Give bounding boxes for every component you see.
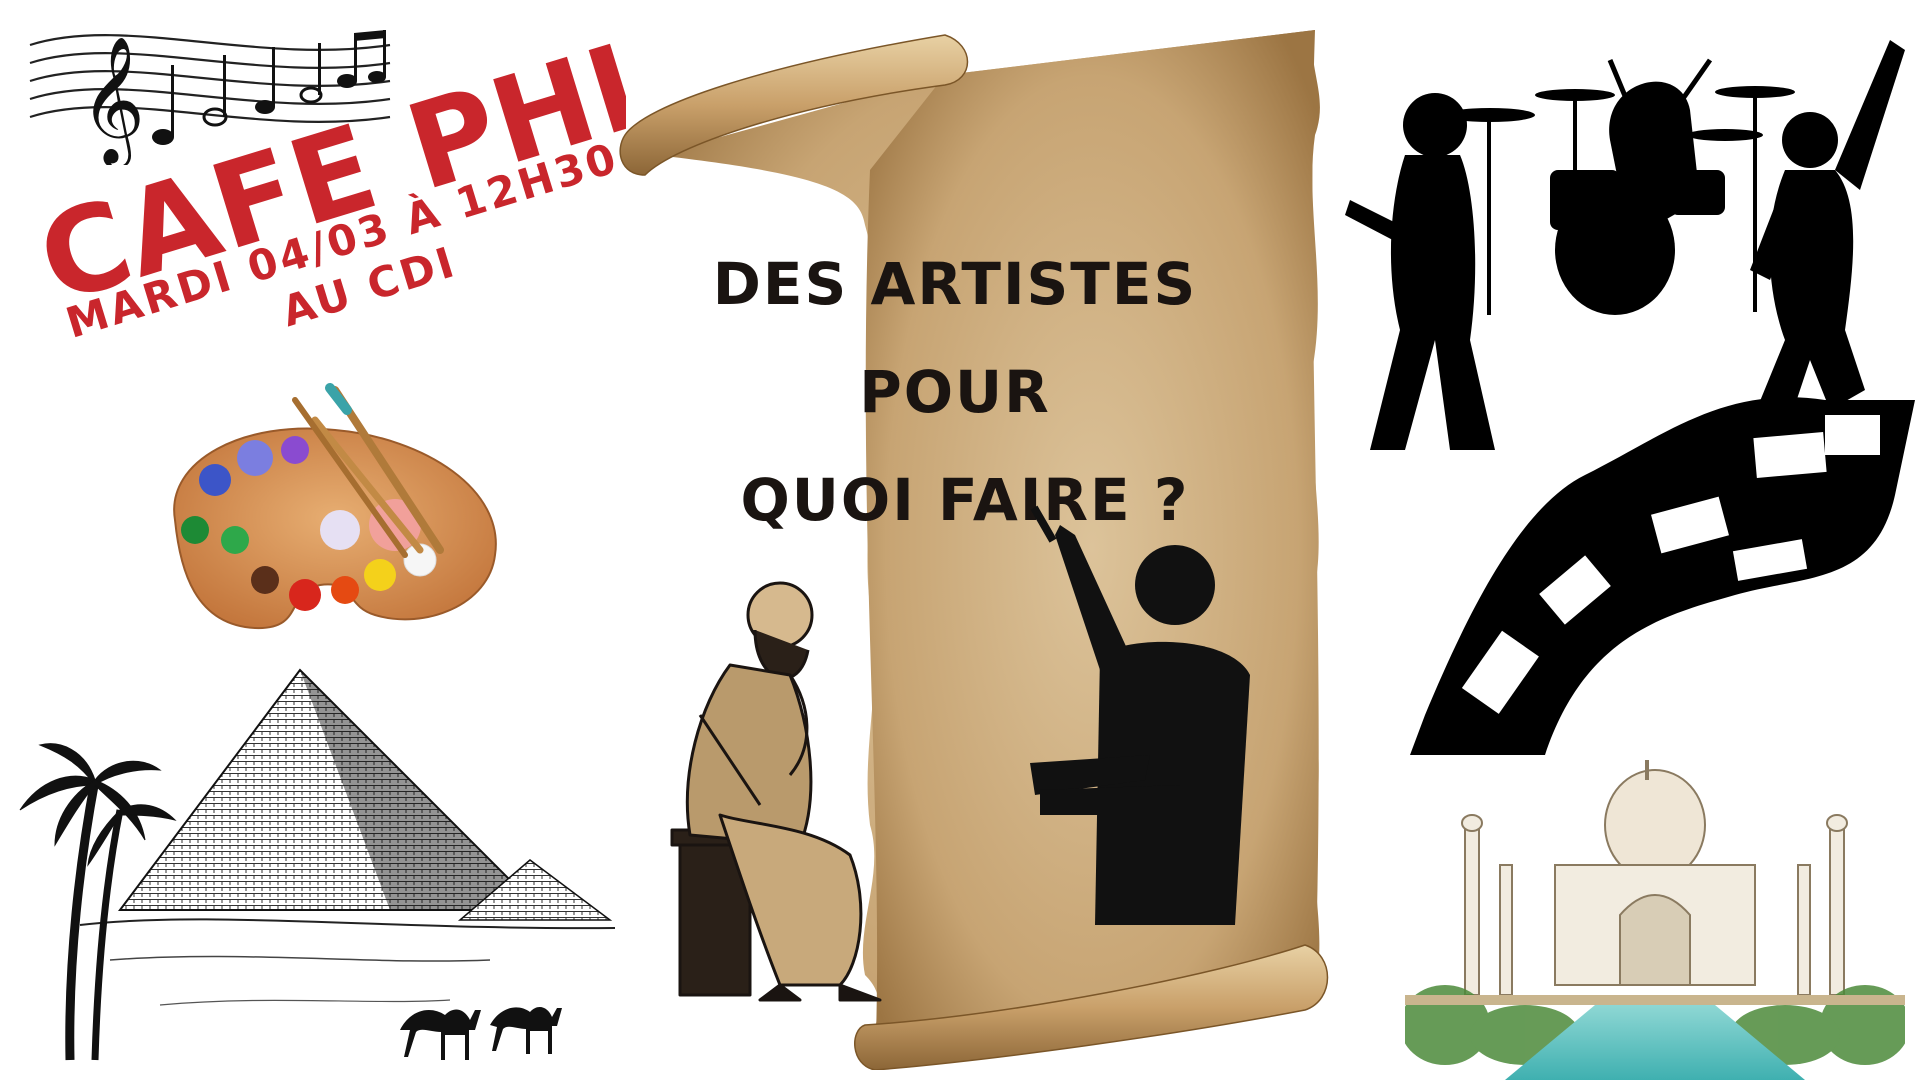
painter-palette-icon bbox=[173, 383, 497, 630]
pyramid-desert-icon bbox=[19, 668, 616, 1061]
taj-mahal-icon bbox=[1405, 760, 1905, 1080]
question-line-2: POUR bbox=[859, 358, 1051, 426]
socrates-thinker-icon bbox=[670, 581, 882, 1002]
film-strip-icon bbox=[1410, 397, 1915, 755]
painter-boy-icon bbox=[1030, 505, 1250, 925]
question-line-1: DES ARTISTES bbox=[712, 250, 1198, 318]
